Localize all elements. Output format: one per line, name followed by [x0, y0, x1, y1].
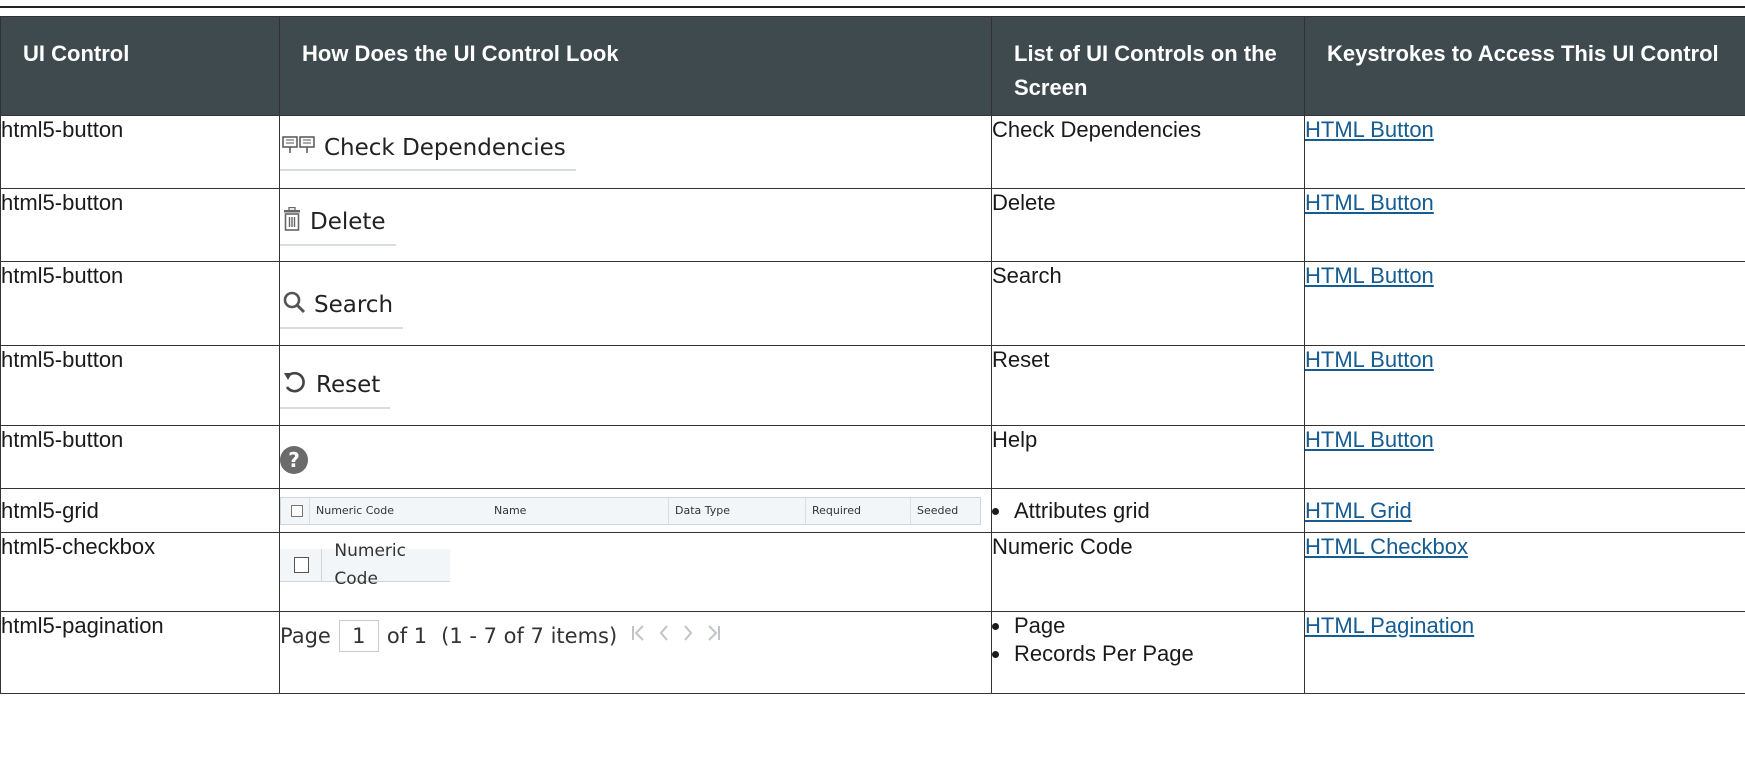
table-row: html5-checkbox Numeric Code Numeric Code… — [0, 532, 1745, 612]
control-cell: html5-button — [0, 261, 280, 346]
page-number-box: 1 — [338, 620, 379, 652]
link-cell: HTML Checkbox — [1304, 532, 1745, 612]
reset-icon — [282, 370, 308, 401]
grid-col-name: Name — [494, 504, 527, 517]
list-bullets: Attributes grid — [992, 497, 1304, 525]
list-item: Records Per Page — [1012, 640, 1304, 668]
list-bullets: Page Records Per Page — [992, 612, 1304, 668]
header-row: UI Control How Does the UI Control Look … — [0, 16, 1745, 116]
link-cell: HTML Button — [1304, 261, 1745, 346]
grid-col-data-type: Data Type — [668, 498, 805, 524]
divider — [321, 549, 323, 581]
ui-controls-table: UI Control How Does the UI Control Look … — [0, 16, 1745, 694]
list-cell: Attributes grid — [991, 488, 1305, 533]
last-page-icon — [707, 622, 721, 650]
html-button-link[interactable]: HTML Button — [1305, 427, 1434, 452]
table-row: html5-button ? Help HTML Button — [0, 425, 1745, 489]
table-row: html5-button Reset Reset HTML Button — [0, 345, 1745, 426]
look-cell: Delete — [279, 188, 992, 262]
header-ui-control: UI Control — [0, 16, 280, 116]
check-dependencies-label: Check Dependencies — [324, 135, 566, 161]
html-button-link[interactable]: HTML Button — [1305, 347, 1434, 372]
table-row: html5-button Delete Delete HTML Button — [0, 188, 1745, 262]
html-button-link[interactable]: HTML Button — [1305, 263, 1434, 288]
link-cell: HTML Button — [1304, 115, 1745, 189]
delete-button-sample: Delete — [280, 201, 396, 246]
delete-label: Delete — [310, 209, 386, 235]
list-cell: Delete — [991, 188, 1305, 262]
html-pagination-link[interactable]: HTML Pagination — [1305, 613, 1474, 638]
list-cell: Search — [991, 261, 1305, 346]
grid-col-numeric-code: Numeric Code — [309, 498, 488, 524]
header-look: How Does the UI Control Look — [279, 16, 992, 116]
control-cell: html5-button — [0, 425, 280, 489]
link-cell: HTML Button — [1304, 188, 1745, 262]
reset-button-sample: Reset — [280, 364, 391, 409]
search-label: Search — [314, 292, 394, 318]
html-grid-link[interactable]: HTML Grid — [1305, 498, 1412, 523]
next-page-icon — [683, 622, 693, 650]
link-cell: HTML Grid — [1304, 488, 1745, 533]
grid-col-seeded: Seeded — [910, 498, 969, 524]
header-list: List of UI Controls on the Screen — [991, 16, 1305, 116]
trash-icon — [282, 206, 302, 238]
checkbox-label: Numeric Code — [334, 541, 406, 589]
grid-header-sample: Numeric Code Name Data Type Required See… — [280, 497, 981, 525]
grid-col-required: Required — [805, 498, 910, 524]
search-button-sample: Search — [280, 284, 404, 329]
table-row: html5-button Search Search HTML Button — [0, 261, 1745, 346]
checkbox-box — [294, 557, 310, 573]
check-dependencies-button-sample: Check Dependencies — [280, 128, 576, 171]
list-item: Attributes grid — [1012, 497, 1304, 525]
grid-select-all-checkbox — [291, 505, 303, 517]
page-range-text: (1 - 7 of 7 items) — [441, 624, 618, 648]
html-button-link[interactable]: HTML Button — [1305, 117, 1434, 142]
page-label: Page — [280, 624, 331, 648]
check-dependencies-icon — [282, 135, 316, 163]
look-cell: Search — [279, 261, 992, 346]
list-cell: Check Dependencies — [991, 115, 1305, 189]
prev-page-icon — [659, 622, 669, 650]
control-cell: html5-grid — [0, 488, 280, 533]
reset-label: Reset — [316, 372, 381, 398]
look-cell: ? — [279, 425, 992, 489]
top-rule — [0, 6, 1745, 8]
link-cell: HTML Button — [1304, 345, 1745, 426]
list-item: Page — [1012, 612, 1304, 640]
first-page-icon — [631, 622, 645, 650]
control-cell: html5-pagination — [0, 611, 280, 694]
look-cell: Check Dependencies — [279, 115, 992, 189]
help-icon: ? — [280, 446, 308, 474]
html-button-link[interactable]: HTML Button — [1305, 190, 1434, 215]
control-cell: html5-checkbox — [0, 532, 280, 612]
look-cell: Numeric Code Name Data Type Required See… — [279, 488, 992, 533]
checkbox-sample: Numeric Code — [280, 541, 450, 589]
list-cell: Page Records Per Page — [991, 611, 1305, 694]
look-cell: Page 1 of 1 (1 - 7 of 7 items) — [279, 611, 992, 694]
page-of-text: of 1 — [386, 624, 428, 648]
list-cell: Help — [991, 425, 1305, 489]
search-icon — [282, 290, 306, 321]
list-cell: Reset — [991, 345, 1305, 426]
header-keystrokes: Keystrokes to Access This UI Control — [1304, 16, 1745, 116]
table-row: html5-pagination Page 1 of 1 (1 - 7 of 7… — [0, 611, 1745, 694]
table-row: html5-button Check Dependencies Check De… — [0, 115, 1745, 189]
look-cell: Numeric Code — [279, 532, 992, 612]
list-cell: Numeric Code — [991, 532, 1305, 612]
link-cell: HTML Button — [1304, 425, 1745, 489]
control-cell: html5-button — [0, 345, 280, 426]
control-cell: html5-button — [0, 115, 280, 189]
link-cell: HTML Pagination — [1304, 611, 1745, 694]
html-checkbox-link[interactable]: HTML Checkbox — [1305, 534, 1468, 559]
control-cell: html5-button — [0, 188, 280, 262]
pagination-sample: Page 1 of 1 (1 - 7 of 7 items) — [280, 620, 991, 652]
table-row: html5-grid Numeric Code Name Data Type R… — [0, 488, 1745, 533]
look-cell: Reset — [279, 345, 992, 426]
